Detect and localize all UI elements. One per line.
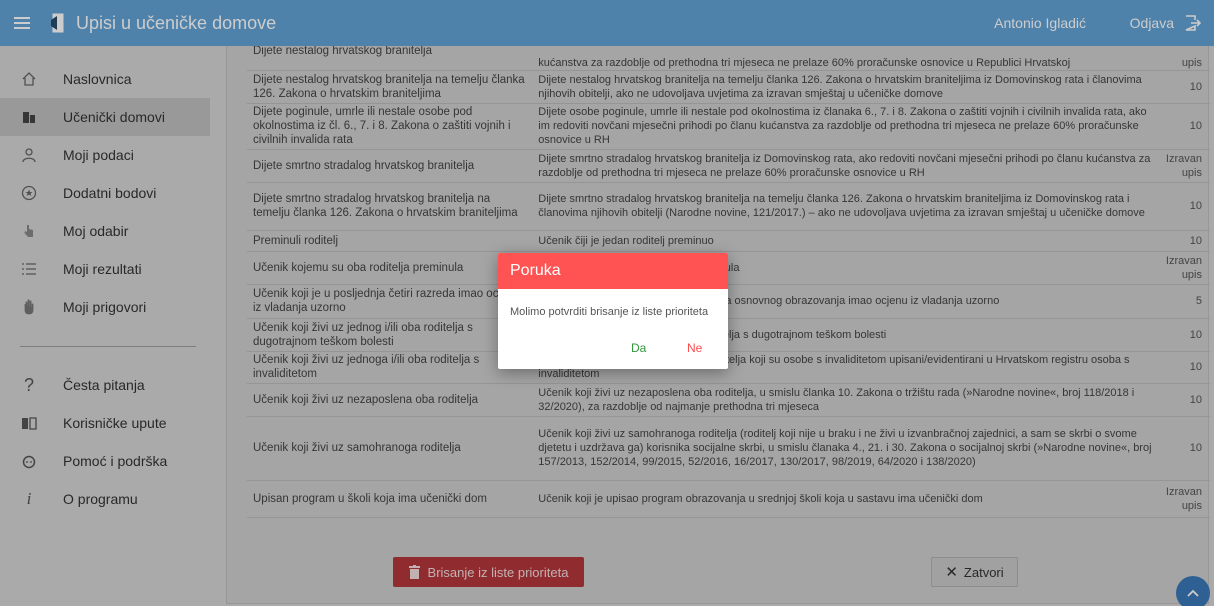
dialog-message: Molimo potvrditi brisanje iz liste prior… [510, 306, 709, 318]
dialog-title: Poruka [498, 253, 728, 289]
confirm-yes-button[interactable]: Da [631, 341, 646, 355]
confirm-dialog: Poruka Molimo potvrditi brisanje iz list… [498, 253, 728, 369]
confirm-no-button[interactable]: Ne [687, 341, 702, 355]
